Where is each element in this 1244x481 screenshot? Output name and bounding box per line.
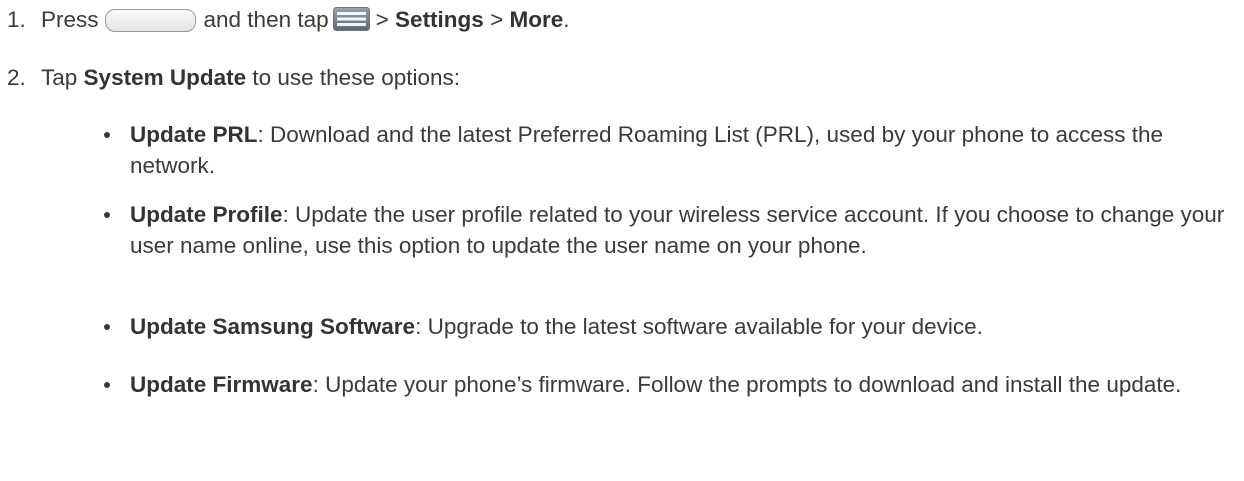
and-then-tap-text: and then tap <box>203 7 329 32</box>
list-item: Update Profile: Update the user profile … <box>104 199 1234 261</box>
press-text: Press <box>41 7 99 32</box>
list-item: Update Samsung Software: Upgrade to the … <box>104 311 1234 342</box>
option-desc: : Update your phone’s firmware. Follow t… <box>312 372 1182 397</box>
bullet-dot <box>104 132 110 138</box>
option-desc: : Upgrade to the latest software availab… <box>415 314 983 339</box>
option-desc: : Download and the latest Preferred Roam… <box>130 122 1164 178</box>
more-label: More <box>509 7 564 32</box>
option-title: Update PRL <box>130 122 258 147</box>
step-2: 2. Tap System Update to use these options… <box>0 62 460 93</box>
bullet-dot <box>104 382 110 388</box>
list-item: Update PRL: Download and the latest Pref… <box>104 119 1234 181</box>
option-title: Update Firmware <box>130 372 313 397</box>
bullet-dot <box>104 212 110 218</box>
separator: > <box>490 7 504 32</box>
system-update-label: System Update <box>83 65 247 90</box>
step-2-rest: to use these options: <box>252 65 461 90</box>
option-title: Update Samsung Software <box>130 314 416 339</box>
separator: > <box>375 7 389 32</box>
bullet-dot <box>104 324 110 330</box>
home-key-icon <box>104 9 196 32</box>
tap-text: Tap <box>41 65 78 90</box>
step-number: 2. <box>7 65 26 90</box>
list-item: Update Firmware: Update your phone’s fir… <box>104 369 1234 400</box>
option-title: Update Profile <box>130 202 283 227</box>
settings-label: Settings <box>395 7 484 32</box>
menu-key-icon <box>332 7 370 31</box>
step-1: 1. Press and then tap > Settings > More. <box>0 4 570 35</box>
step-number: 1. <box>7 7 26 32</box>
option-desc: : Update the user profile related to you… <box>130 202 1225 258</box>
period: . <box>563 7 570 32</box>
